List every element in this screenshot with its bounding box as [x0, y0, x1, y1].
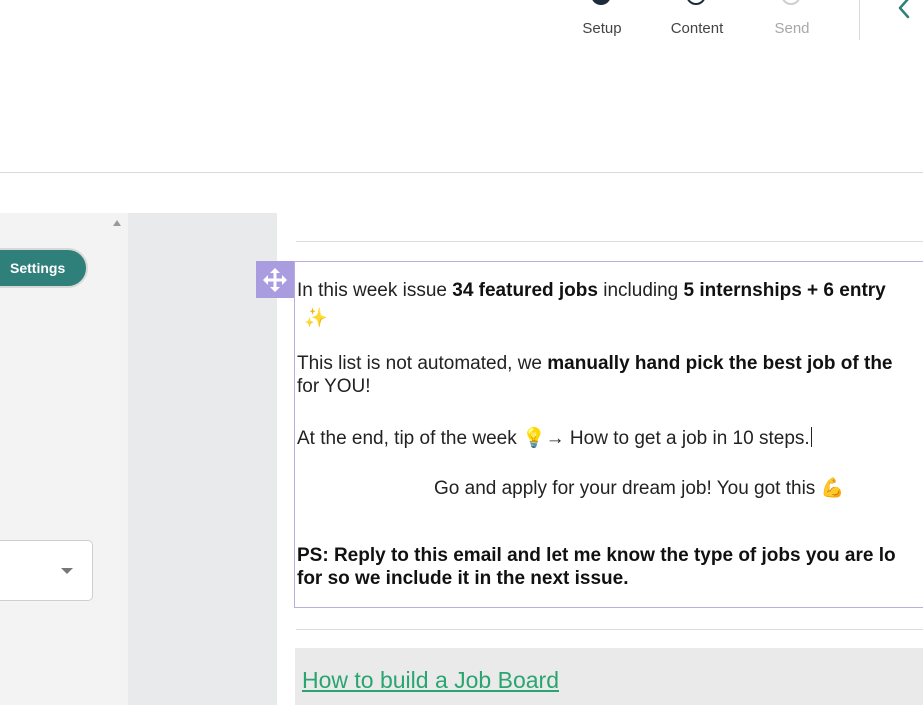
- step-content-indicator: [686, 0, 706, 5]
- text-span: This list is not automated, we: [297, 353, 548, 374]
- text-line-ps: PS: Reply to this email and let me know …: [297, 545, 896, 566]
- top-header: Setup Content Send: [0, 0, 923, 173]
- text-line-ps-cont: for so we include it in the next issue.: [297, 568, 629, 589]
- bold-manually-hand-pick: manually hand pick the best job of the: [547, 353, 893, 374]
- step-content-label: Content: [670, 20, 724, 37]
- link-block: How to build a Job Board: [295, 648, 923, 705]
- block-divider-bottom: [296, 629, 923, 630]
- scroll-up-arrow-icon[interactable]: [113, 220, 121, 226]
- header-divider: [859, 0, 860, 40]
- block-divider-top: [296, 241, 923, 242]
- left-sidebar: Settings: [0, 213, 108, 705]
- job-board-link[interactable]: How to build a Job Board: [302, 667, 559, 694]
- text-span: including: [597, 280, 684, 301]
- text-line-manual-pick: This list is not automated, we manually …: [297, 353, 893, 375]
- bold-internships: 5 internships + 6 entry: [683, 280, 886, 301]
- step-send-label: Send: [774, 20, 810, 37]
- text-cursor: [810, 427, 812, 447]
- sparkles-emoji: ✨: [304, 308, 328, 329]
- chevron-left-icon[interactable]: [892, 0, 916, 20]
- sidebar-select[interactable]: [0, 540, 93, 601]
- step-setup-indicator: [591, 0, 611, 5]
- text-line-tip: At the end, tip of the week 💡→ How to ge…: [297, 426, 812, 450]
- tip-text: At the end, tip of the week 💡→ How to ge…: [297, 428, 810, 449]
- caret-down-icon: [61, 568, 73, 574]
- text-line-for-you: for YOU!: [297, 376, 371, 397]
- bold-featured-jobs: 34 featured jobs: [452, 280, 598, 301]
- text-line-apply: Go and apply for your dream job! You got…: [434, 478, 845, 499]
- move-arrows-icon[interactable]: [256, 261, 294, 298]
- text-line-issue-summary: In this week issue 34 featured jobs incl…: [297, 280, 886, 302]
- step-send-indicator: [781, 0, 801, 5]
- step-setup-label: Setup: [582, 20, 622, 37]
- text-span: In this week issue: [297, 280, 453, 301]
- sidebar-scrollbar[interactable]: [108, 213, 128, 705]
- settings-button[interactable]: Settings: [0, 248, 88, 288]
- editor-gutter: [128, 213, 277, 705]
